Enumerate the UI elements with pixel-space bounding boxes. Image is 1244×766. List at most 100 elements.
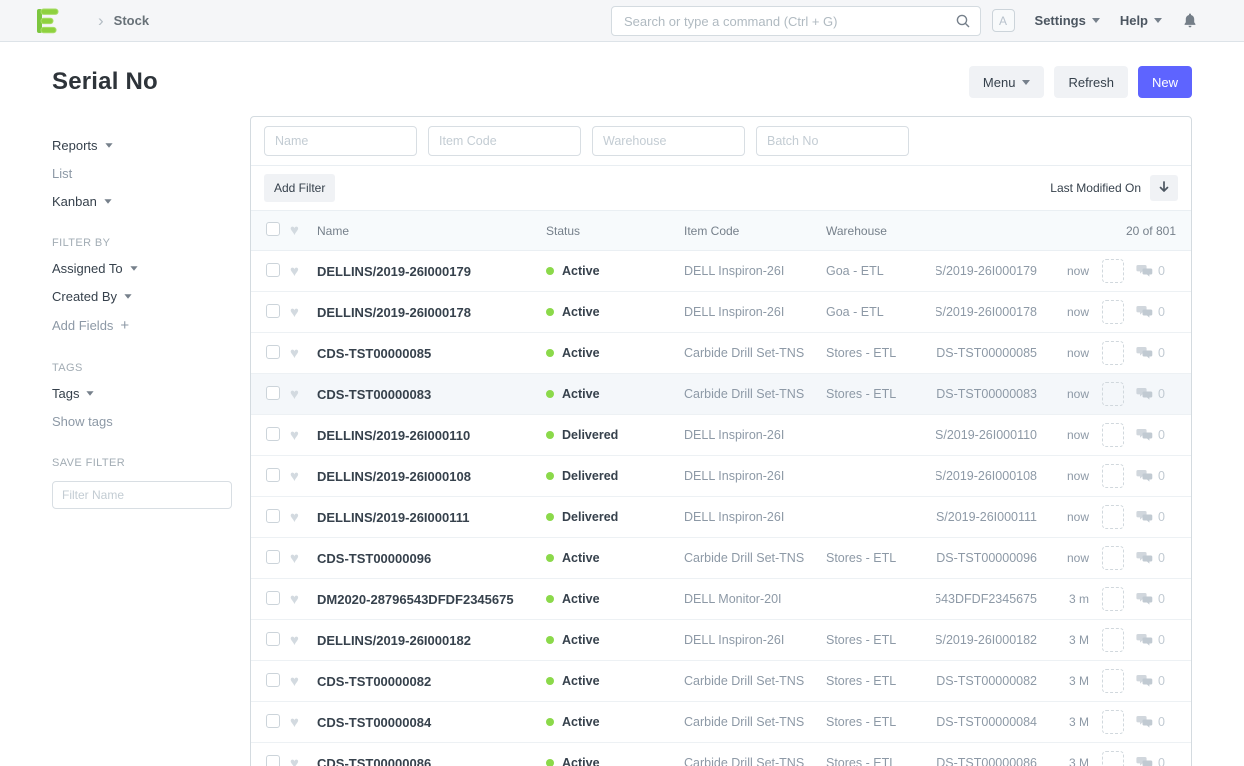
row-name-link[interactable]: DELLINS/2019-26I000111 bbox=[317, 510, 470, 525]
assign-placeholder[interactable] bbox=[1102, 628, 1124, 652]
comment-bubbles-icon bbox=[1136, 510, 1153, 524]
navbar: › Stock A Settings Help bbox=[0, 0, 1244, 42]
heart-icon[interactable]: ♥ bbox=[290, 632, 299, 649]
heart-icon[interactable]: ♥ bbox=[290, 673, 299, 690]
row-id-clipped: CDS-TST00000086 bbox=[936, 756, 1037, 766]
row-name-link[interactable]: CDS-TST00000086 bbox=[317, 756, 431, 766]
comment-count-value: 0 bbox=[1158, 674, 1165, 688]
sidebar-item-kanban[interactable]: Kanban bbox=[52, 194, 230, 209]
filter-name-input[interactable] bbox=[52, 481, 232, 509]
row-name-link[interactable]: CDS-TST00000082 bbox=[317, 674, 431, 689]
assign-placeholder[interactable] bbox=[1102, 464, 1124, 488]
row-name-link[interactable]: DELLINS/2019-26I000110 bbox=[317, 428, 470, 443]
row-checkbox[interactable] bbox=[266, 304, 280, 318]
row-checkbox[interactable] bbox=[266, 386, 280, 400]
row-id-clipped: DELLINS/2019-26I000110 bbox=[936, 428, 1037, 442]
comment-bubbles-icon bbox=[1136, 551, 1153, 565]
row-checkbox[interactable] bbox=[266, 509, 280, 523]
comment-count: 0 bbox=[1136, 551, 1176, 565]
row-checkbox[interactable] bbox=[266, 591, 280, 605]
heart-icon[interactable]: ♥ bbox=[290, 468, 299, 485]
heart-icon[interactable]: ♥ bbox=[290, 263, 299, 280]
liked-filter-heart-icon[interactable]: ♥ bbox=[290, 222, 299, 239]
heart-icon[interactable]: ♥ bbox=[290, 304, 299, 321]
refresh-button[interactable]: Refresh bbox=[1054, 66, 1128, 98]
assign-placeholder[interactable] bbox=[1102, 710, 1124, 734]
name-filter-input[interactable] bbox=[264, 126, 417, 156]
assign-placeholder[interactable] bbox=[1102, 341, 1124, 365]
heart-icon[interactable]: ♥ bbox=[290, 755, 299, 766]
row-checkbox[interactable] bbox=[266, 427, 280, 441]
row-name-link[interactable]: CDS-TST00000096 bbox=[317, 551, 431, 566]
assign-placeholder[interactable] bbox=[1102, 751, 1124, 766]
row-name-link[interactable]: DELLINS/2019-26I000182 bbox=[317, 633, 471, 648]
row-checkbox[interactable] bbox=[266, 714, 280, 728]
add-fields-label: Add Fields bbox=[52, 318, 113, 333]
heart-icon[interactable]: ♥ bbox=[290, 714, 299, 731]
sort-field-selector[interactable]: Last Modified On bbox=[1050, 181, 1141, 195]
row-checkbox[interactable] bbox=[266, 673, 280, 687]
status-label: Delivered bbox=[562, 428, 618, 442]
item-code-filter-input[interactable] bbox=[428, 126, 581, 156]
sidebar-item-created-by[interactable]: Created By bbox=[52, 289, 230, 304]
erpnext-logo-icon[interactable] bbox=[36, 8, 62, 34]
add-filter-button[interactable]: Add Filter bbox=[264, 174, 335, 202]
heart-icon[interactable]: ♥ bbox=[290, 591, 299, 608]
row-checkbox[interactable] bbox=[266, 345, 280, 359]
row-checkbox[interactable] bbox=[266, 550, 280, 564]
select-all-checkbox[interactable] bbox=[266, 222, 280, 236]
list-sidebar: Reports List Kanban FILTER BY Assigned T… bbox=[52, 116, 250, 509]
new-button[interactable]: New bbox=[1138, 66, 1192, 98]
menu-button[interactable]: Menu bbox=[969, 66, 1045, 98]
warehouse-cell: Stores - ETL bbox=[826, 756, 936, 766]
heart-icon[interactable]: ♥ bbox=[290, 550, 299, 567]
warehouse-filter-input[interactable] bbox=[592, 126, 745, 156]
notifications-bell-icon[interactable] bbox=[1182, 12, 1198, 29]
assign-placeholder[interactable] bbox=[1102, 300, 1124, 324]
list-toolbar: Add Filter Last Modified On bbox=[251, 166, 1191, 210]
row-name-link[interactable]: DELLINS/2019-26I000108 bbox=[317, 469, 471, 484]
row-name-link[interactable]: DM2020-28796543DFDF2345675 bbox=[317, 592, 514, 607]
heart-icon[interactable]: ♥ bbox=[290, 427, 299, 444]
row-name-link[interactable]: DELLINS/2019-26I000179 bbox=[317, 264, 471, 279]
assign-placeholder[interactable] bbox=[1102, 382, 1124, 406]
avatar[interactable]: A bbox=[992, 9, 1015, 32]
breadcrumb-chevron-icon: › bbox=[98, 12, 104, 29]
row-name-link[interactable]: CDS-TST00000084 bbox=[317, 715, 431, 730]
sidebar-item-tags[interactable]: Tags bbox=[52, 386, 230, 401]
sort-direction-button[interactable] bbox=[1150, 175, 1178, 201]
assign-placeholder[interactable] bbox=[1102, 505, 1124, 529]
comment-count-value: 0 bbox=[1158, 305, 1165, 319]
sidebar-item-reports[interactable]: Reports bbox=[52, 138, 230, 153]
heart-icon[interactable]: ♥ bbox=[290, 509, 299, 526]
heart-icon[interactable]: ♥ bbox=[290, 386, 299, 403]
assign-placeholder[interactable] bbox=[1102, 259, 1124, 283]
assign-placeholder[interactable] bbox=[1102, 587, 1124, 611]
row-name-link[interactable]: CDS-TST00000085 bbox=[317, 346, 431, 361]
heart-icon[interactable]: ♥ bbox=[290, 345, 299, 362]
sidebar-item-assigned-to[interactable]: Assigned To bbox=[52, 261, 230, 276]
status-label: Active bbox=[562, 551, 600, 565]
search-input[interactable] bbox=[611, 6, 981, 36]
status-label: Active bbox=[562, 305, 600, 319]
chevron-down-icon bbox=[87, 391, 94, 396]
sidebar-item-list[interactable]: List bbox=[52, 166, 230, 181]
settings-menu[interactable]: Settings bbox=[1035, 13, 1100, 28]
row-name-link[interactable]: CDS-TST00000083 bbox=[317, 387, 431, 402]
assign-placeholder[interactable] bbox=[1102, 669, 1124, 693]
batch-no-filter-input[interactable] bbox=[756, 126, 909, 156]
table-row: ♥ CDS-TST00000085 Active Carbide Drill S… bbox=[251, 333, 1191, 374]
row-name-link[interactable]: DELLINS/2019-26I000178 bbox=[317, 305, 471, 320]
assign-placeholder[interactable] bbox=[1102, 546, 1124, 570]
sidebar-item-add-fields[interactable]: Add Fields + bbox=[52, 317, 230, 334]
row-checkbox[interactable] bbox=[266, 468, 280, 482]
row-checkbox[interactable] bbox=[266, 263, 280, 277]
status-dot-icon bbox=[546, 554, 554, 562]
comment-count-value: 0 bbox=[1158, 387, 1165, 401]
assign-placeholder[interactable] bbox=[1102, 423, 1124, 447]
help-menu[interactable]: Help bbox=[1120, 13, 1162, 28]
breadcrumb[interactable]: Stock bbox=[114, 13, 149, 28]
sidebar-item-show-tags[interactable]: Show tags bbox=[52, 414, 230, 429]
row-checkbox[interactable] bbox=[266, 755, 280, 766]
row-checkbox[interactable] bbox=[266, 632, 280, 646]
